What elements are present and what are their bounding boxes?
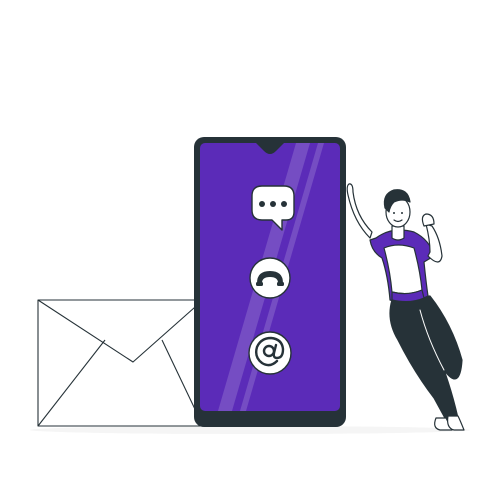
- person-eye: [393, 212, 395, 214]
- contact-illustration: [0, 0, 500, 500]
- person-right-hand: [421, 213, 435, 227]
- ground-shadow: [30, 426, 470, 434]
- person-eye-2: [401, 212, 403, 214]
- phone-chin: [200, 411, 340, 421]
- person-left-arm: [346, 183, 373, 239]
- illustration-canvas: [30, 137, 470, 434]
- person-neck: [391, 225, 405, 241]
- person-pants: [389, 295, 463, 421]
- phone-call-icon[interactable]: [249, 257, 291, 299]
- envelope-icon: [37, 299, 204, 427]
- person-shoe-right: [447, 415, 465, 431]
- at-sign-icon[interactable]: [248, 331, 292, 375]
- person-figure: [346, 183, 465, 431]
